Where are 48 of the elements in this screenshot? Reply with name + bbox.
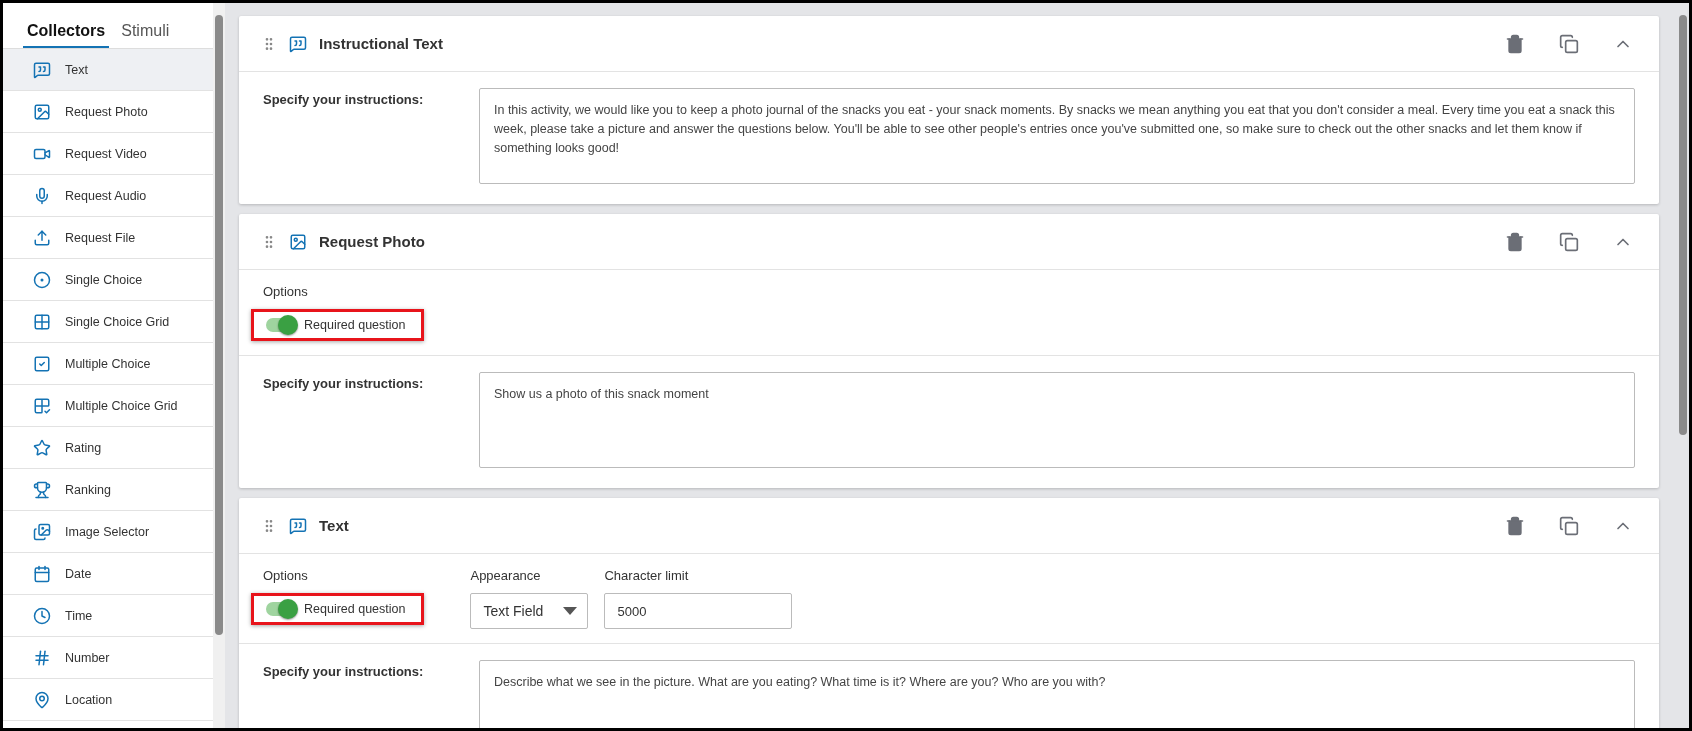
speech-bubble-icon	[289, 34, 307, 53]
radio-icon	[33, 270, 51, 289]
star-icon	[33, 438, 51, 457]
grid-icon	[33, 312, 51, 331]
scrollbar-thumb[interactable]	[215, 15, 223, 635]
trash-icon	[1505, 515, 1525, 536]
field-label: Specify your instructions:	[263, 663, 425, 681]
clock-icon	[33, 606, 51, 625]
upload-icon	[33, 228, 51, 247]
toggle-switch[interactable]	[266, 602, 296, 616]
appearance-label: Appearance	[470, 568, 542, 583]
options-label: Options	[263, 284, 309, 299]
card-title: Request Photo	[319, 233, 426, 250]
input-field[interactable]: In this activity, we would like you to keep a photo journal of the snacks you eat - your snack moments. By snacks we mean anything you eat that you don't consider a meal. Every time you eat a snack this week, please take a picture and answer the questions below. You'll be able to see other people's entries once you've submitted one, so make sure to check out the other snacks and let them know if something looks good!	[479, 88, 1635, 184]
copy-icon	[1559, 515, 1579, 536]
speech-bubble-icon	[33, 60, 51, 79]
toggle-label: Required question	[304, 602, 406, 616]
appearance-dropdown[interactable]: Text Field	[470, 593, 589, 629]
trophy-icon	[33, 480, 51, 499]
copy-icon	[1559, 33, 1579, 54]
field-label: Specify your instructions:	[263, 375, 425, 393]
scrollbar-thumb[interactable]	[1679, 15, 1687, 435]
checkbox-icon	[33, 354, 51, 373]
hash-icon	[33, 648, 51, 667]
input-field[interactable]: Describe what we see in the picture. What are you eating? What time is it? Where are you? Who are you with?	[479, 660, 1635, 728]
field-label: Specify your instructions:	[263, 91, 425, 109]
card-title: Text	[319, 517, 350, 534]
caret-icon	[563, 607, 578, 615]
toggle-label: Required question	[304, 318, 406, 332]
microphone-icon	[33, 186, 51, 205]
calendar-icon	[33, 564, 51, 583]
trash-icon	[1505, 231, 1525, 252]
input-field[interactable]: 5000	[604, 593, 793, 629]
sidebar-item[interactable]: Text	[3, 49, 213, 91]
input-field[interactable]: Show us a photo of this snack moment	[479, 372, 1635, 468]
toggle-switch[interactable]	[266, 318, 296, 332]
card-title: Instructional Text	[319, 35, 444, 52]
options-label: Options	[263, 568, 309, 583]
tab[interactable]: Stimuli	[117, 3, 174, 48]
images-icon	[33, 522, 51, 541]
copy-icon	[1559, 231, 1579, 252]
character-limit-label: Character limit	[604, 568, 690, 583]
check-grid-icon	[33, 396, 51, 415]
image-icon	[289, 232, 307, 251]
image-icon	[33, 102, 51, 121]
trash-icon	[1505, 33, 1525, 54]
speech-bubble-icon	[289, 516, 307, 535]
map-pin-icon	[33, 690, 51, 709]
